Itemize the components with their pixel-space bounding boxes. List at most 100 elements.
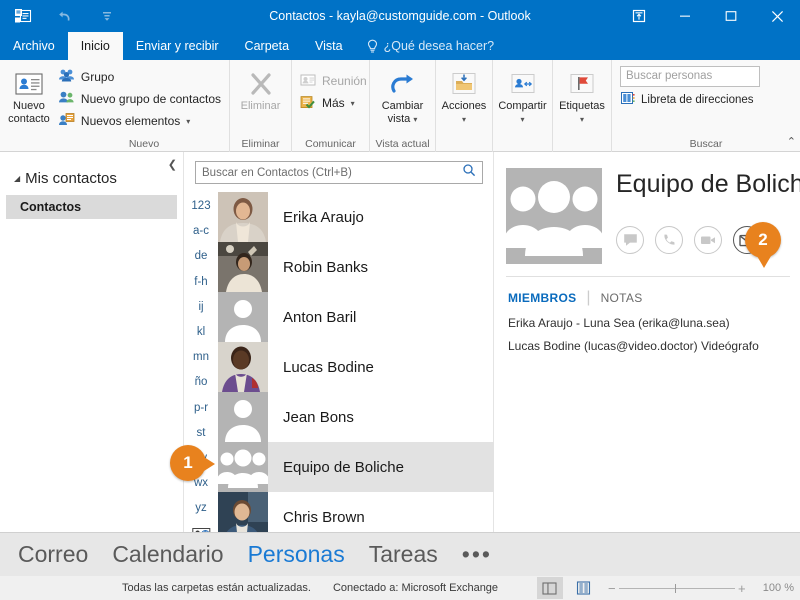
- acciones-button[interactable]: Acciones ▾: [440, 64, 488, 132]
- ribbon-display-options-button[interactable]: [616, 0, 662, 32]
- contact-list-pane: Buscar en Contactos (Ctrl+B) 123 a-c de …: [184, 152, 494, 542]
- contact-row-jean-bons[interactable]: Jean Bons: [218, 392, 494, 442]
- my-contacts-label: Mis contactos: [25, 170, 117, 187]
- etiquetas-button[interactable]: Etiquetas ▾: [557, 64, 607, 132]
- triangle-down-icon: ◢: [14, 174, 21, 183]
- member-item[interactable]: Erika Araujo - Luna Sea (erika@luna.sea): [494, 307, 800, 330]
- ribbon-group-buscar: Buscar personas Libreta de direcciones B…: [612, 60, 800, 152]
- nav-item-correo[interactable]: Correo: [18, 541, 88, 568]
- cambiar-vista-label-line1: Cambiar: [381, 100, 424, 112]
- grupo-button[interactable]: Grupo: [54, 66, 225, 88]
- alpha-index-item[interactable]: st: [197, 421, 206, 446]
- address-book-label: Libreta de direcciones: [641, 93, 754, 106]
- contact-list-body: 123 a-c de f-h ij kl mn ño p-r st uv wx …: [184, 192, 494, 542]
- alpha-index-item[interactable]: kl: [197, 320, 205, 345]
- window-controls: [616, 0, 800, 32]
- zoom-in-button[interactable]: +: [735, 581, 749, 596]
- lightbulb-icon: [367, 39, 377, 52]
- normal-view-button[interactable]: [571, 577, 597, 599]
- video-icon[interactable]: [694, 226, 722, 254]
- outlook-icon[interactable]: [10, 4, 36, 28]
- alpha-index-item[interactable]: ij: [198, 295, 203, 320]
- zoom-slider[interactable]: − +: [605, 581, 749, 596]
- actions-folder-icon: [450, 68, 478, 100]
- avatar: [218, 442, 268, 492]
- alpha-index-item[interactable]: ño: [195, 370, 208, 395]
- search-icon[interactable]: [462, 163, 476, 182]
- address-book-button[interactable]: Libreta de direcciones: [620, 91, 754, 108]
- eliminar-label: Eliminar: [240, 100, 281, 112]
- tab-archivo[interactable]: Archivo: [0, 32, 68, 60]
- contact-name: Jean Bons: [283, 408, 354, 426]
- contact-row-equipo-de-boliche[interactable]: Equipo de Boliche: [218, 442, 494, 492]
- ribbon-group-title-comunicar: Comunicar: [305, 138, 356, 150]
- zoom-thumb[interactable]: [674, 583, 677, 593]
- ribbon-group-compartir: Compartir ▾: [493, 60, 553, 152]
- cambiar-vista-button[interactable]: Cambiar vista ▾: [374, 64, 431, 132]
- contact-rows: Erika Araujo Robin Banks Anton Baril Luc…: [218, 192, 494, 542]
- member-item[interactable]: Lucas Bodine (lucas@video.doctor) Videóg…: [494, 330, 800, 353]
- minimize-button[interactable]: [662, 0, 708, 32]
- contact-card-title: Equipo de Boliche: [616, 170, 800, 198]
- contact-row-erika-araujo[interactable]: Erika Araujo: [218, 192, 494, 242]
- alpha-index-item[interactable]: f-h: [194, 270, 207, 295]
- nav-more-icon[interactable]: •••: [462, 541, 492, 568]
- close-button[interactable]: [754, 0, 800, 32]
- alpha-index-item[interactable]: yz: [195, 496, 207, 521]
- nav-item-tareas[interactable]: Tareas: [369, 541, 438, 568]
- compartir-button[interactable]: Compartir ▾: [497, 64, 548, 132]
- contact-card-avatar: [506, 168, 602, 264]
- search-people-input[interactable]: Buscar personas: [620, 66, 760, 87]
- alpha-index-item[interactable]: a-c: [193, 219, 209, 244]
- zoom-track[interactable]: [618, 583, 735, 593]
- ribbon-group-title-etiquetas: [553, 136, 611, 152]
- maximize-button[interactable]: [708, 0, 754, 32]
- reunion-button[interactable]: Reunión: [296, 70, 371, 92]
- nuevos-elementos-button[interactable]: Nuevos elementos ▾: [54, 110, 225, 132]
- zoom-out-button[interactable]: −: [605, 581, 619, 596]
- alpha-index-item[interactable]: 123: [191, 194, 210, 219]
- contact-row-robin-banks[interactable]: Robin Banks: [218, 242, 494, 292]
- contact-row-anton-baril[interactable]: Anton Baril: [218, 292, 494, 342]
- new-contact-icon: [14, 68, 44, 100]
- tab-inicio[interactable]: Inicio: [67, 32, 123, 60]
- phone-icon[interactable]: [655, 226, 683, 254]
- ribbon-group-acciones: Acciones ▾: [436, 60, 493, 152]
- search-contacts-input[interactable]: Buscar en Contactos (Ctrl+B): [195, 161, 483, 184]
- alpha-index-item[interactable]: p-r: [194, 396, 208, 421]
- card-tab-miembros[interactable]: MIEMBROS: [508, 291, 576, 305]
- folder-item-contactos[interactable]: Contactos: [6, 195, 177, 219]
- sync-status-label: Todas las carpetas están actualizadas.: [122, 582, 311, 594]
- tab-vista[interactable]: Vista: [302, 32, 356, 60]
- mas-button[interactable]: Más ▾: [296, 92, 371, 114]
- chevron-left-icon[interactable]: ❮: [168, 158, 177, 171]
- customize-qat-icon[interactable]: [94, 4, 120, 28]
- chat-icon[interactable]: [616, 226, 644, 254]
- new-contact-button[interactable]: Nuevo contacto: [4, 64, 54, 132]
- undo-icon[interactable]: [52, 4, 78, 28]
- avatar: [218, 242, 268, 292]
- contact-row-lucas-bodine[interactable]: Lucas Bodine: [218, 342, 494, 392]
- my-contacts-header[interactable]: ◢ Mis contactos: [0, 152, 183, 187]
- contact-name: Anton Baril: [283, 308, 357, 326]
- alpha-index-item[interactable]: de: [195, 244, 208, 269]
- tab-enviar-y-recibir[interactable]: Enviar y recibir: [123, 32, 232, 60]
- alpha-index-item[interactable]: mn: [193, 345, 209, 370]
- chevron-up-icon[interactable]: ⌃: [787, 134, 796, 150]
- nav-item-personas[interactable]: Personas: [248, 541, 345, 568]
- card-tab-notas[interactable]: NOTAS: [601, 291, 643, 305]
- avatar: [218, 192, 268, 242]
- ribbon-group-title-buscar: Buscar ⌃: [689, 134, 796, 150]
- ribbon-group-vista-actual: Cambiar vista ▾ Vista actual: [370, 60, 436, 152]
- avatar: [218, 292, 268, 342]
- module-nav-bar: Correo Calendario Personas Tareas •••: [0, 532, 800, 576]
- nuevo-grupo-contactos-button[interactable]: Nuevo grupo de contactos: [54, 88, 225, 110]
- tell-me-box[interactable]: ¿Qué desea hacer?: [356, 32, 505, 60]
- connection-status-label: Conectado a: Microsoft Exchange: [332, 582, 499, 594]
- group-icon: [58, 68, 75, 86]
- chevron-down-icon: ▾: [186, 116, 191, 126]
- eliminar-button[interactable]: Eliminar: [234, 64, 287, 132]
- tab-carpeta[interactable]: Carpeta: [232, 32, 302, 60]
- reading-view-button[interactable]: [536, 577, 563, 599]
- nav-item-calendario[interactable]: Calendario: [112, 541, 223, 568]
